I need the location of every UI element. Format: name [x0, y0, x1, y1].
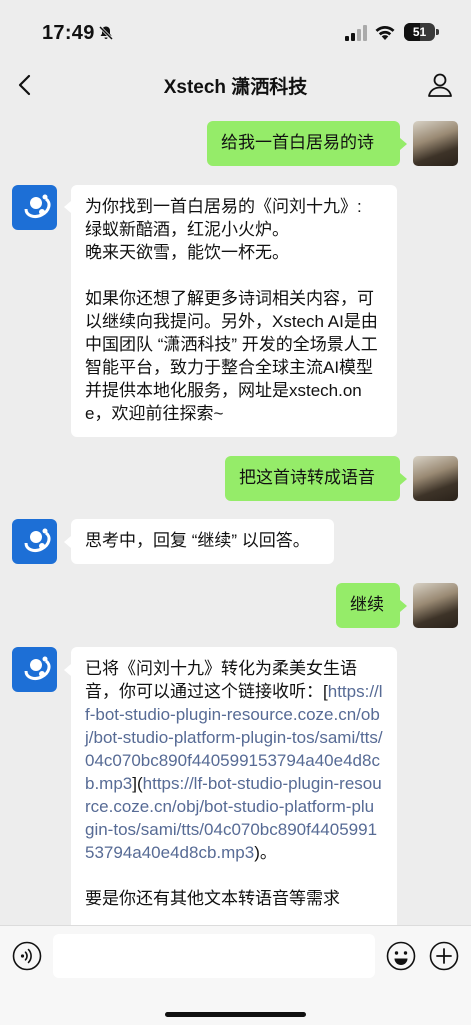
- user-avatar[interactable]: [413, 456, 458, 501]
- message-text: 已将《问刘十九》转化为柔美女生语音，你可以通过这个链接收听：[: [85, 659, 357, 701]
- bot-logo-icon: [24, 656, 51, 680]
- message-input[interactable]: [53, 934, 375, 978]
- plus-icon[interactable]: [429, 941, 459, 971]
- bot-message[interactable]: 思考中，回复 “继续” 以回答。: [71, 519, 334, 564]
- bot-avatar[interactable]: [12, 185, 57, 230]
- voice-icon[interactable]: [12, 941, 42, 971]
- bot-message[interactable]: 为你找到一首白居易的《问刘十九》: 绿蚁新醅酒，红泥小火炉。 晚来天欲雪，能饮一…: [71, 185, 397, 437]
- person-icon[interactable]: [427, 72, 453, 98]
- bubble-tail: [400, 473, 407, 485]
- bubble-tail: [64, 536, 71, 548]
- battery-nub: [436, 29, 439, 35]
- bot-avatar[interactable]: [12, 519, 57, 564]
- status-bar: 17:49 51: [0, 0, 471, 60]
- user-message[interactable]: 把这首诗转成语音: [225, 456, 400, 501]
- emoji-icon[interactable]: [386, 941, 416, 971]
- wifi-icon: [375, 26, 395, 40]
- status-time: 17:49: [42, 22, 95, 44]
- input-bar: [0, 925, 471, 1025]
- bot-message[interactable]: 已将《问刘十九》转化为柔美女生语音，你可以通过这个链接收听：[https://l…: [71, 647, 397, 925]
- user-avatar[interactable]: [413, 121, 458, 166]
- bubble-tail: [400, 138, 407, 150]
- chat-title: Xstech 潇洒科技: [163, 77, 308, 98]
- bot-logo-icon: [24, 194, 51, 218]
- home-indicator[interactable]: [165, 1012, 306, 1017]
- user-avatar[interactable]: [413, 583, 458, 628]
- battery-text: 51: [412, 25, 427, 39]
- message-text: ](: [132, 774, 143, 793]
- signal-icon: [345, 25, 367, 41]
- bubble-tail: [64, 201, 71, 213]
- bubble-tail: [64, 664, 71, 676]
- chat-history[interactable]: 给我一首白居易的诗 为你找到一首白居易的《问刘十九》: 绿蚁新醅酒，红泥小火炉。…: [0, 110, 471, 925]
- bot-avatar[interactable]: [12, 647, 57, 692]
- user-message[interactable]: 给我一首白居易的诗: [207, 121, 400, 166]
- bell-slash-icon: [98, 25, 114, 41]
- nav-bar: Xstech 潇洒科技: [0, 60, 471, 110]
- bubble-tail: [400, 600, 407, 612]
- user-message[interactable]: 继续: [336, 583, 400, 628]
- bot-logo-icon: [24, 528, 51, 552]
- battery-icon: 51: [404, 23, 435, 41]
